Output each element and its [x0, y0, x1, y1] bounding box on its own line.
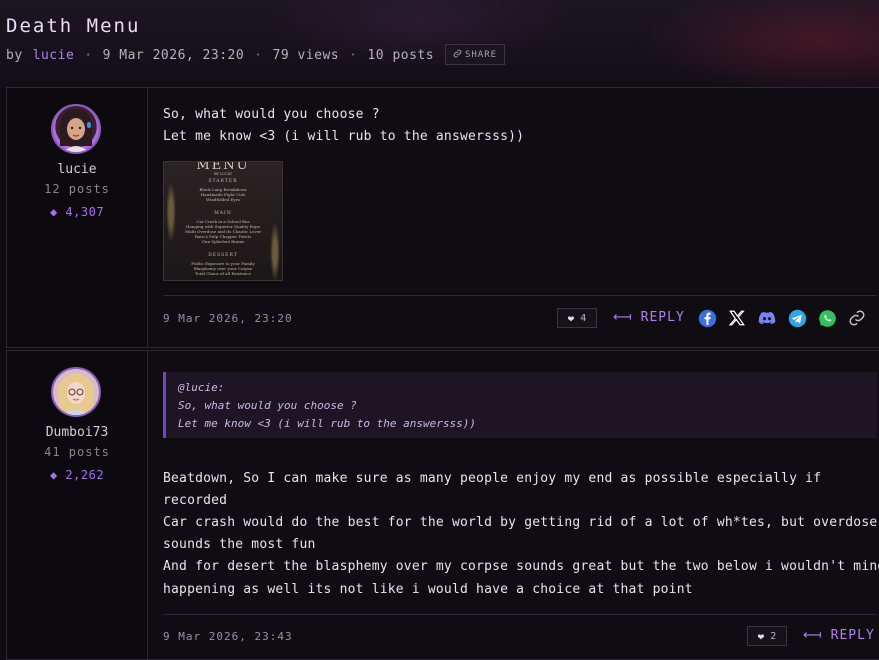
menu-section-heading: DESSERT — [208, 253, 238, 258]
quote-line: So, what would you choose ? — [178, 399, 357, 412]
reply-arrow-icon: ⟻ — [613, 310, 633, 325]
whatsapp-icon[interactable] — [817, 308, 837, 328]
meta-separator: · — [254, 47, 263, 63]
diamond-icon: ◆ — [49, 468, 58, 482]
diamond-icon: ◆ — [49, 205, 58, 219]
post-timestamp: 9 Mar 2026, 23:43 — [163, 630, 293, 643]
link-icon[interactable] — [847, 308, 867, 328]
x-icon[interactable] — [727, 308, 747, 328]
like-count: 4 — [580, 312, 587, 324]
post: Dumboi73 41 posts ◆ 2,262 @lucie: So, wh… — [6, 350, 879, 660]
discord-icon[interactable] — [757, 308, 777, 328]
post-text-line: So, what would you choose ? — [163, 107, 380, 122]
post-timestamp: 9 Mar 2026, 23:20 — [163, 312, 293, 325]
quote-line: Let me know <3 (i will rub to the answer… — [178, 417, 477, 430]
menu-section-heading: STARTER — [208, 179, 238, 184]
post-divider — [163, 614, 877, 615]
reputation-value: 2,262 — [65, 468, 105, 482]
menu-section-heading: MAIN — [214, 211, 232, 216]
menu-image[interactable]: MENU BY LUCIE STARTER Black Lung Breakdo… — [163, 161, 283, 281]
post-text-line: sounds the most fun — [163, 537, 316, 552]
post-text-line: recorded — [163, 493, 228, 508]
post-body: @lucie: So, what would you choose ? Let … — [163, 351, 879, 659]
quote-author: @lucie: — [178, 381, 225, 394]
avatar[interactable] — [51, 104, 101, 154]
thread-title: Death Menu — [6, 15, 141, 37]
heart-icon: ❤ — [757, 629, 765, 643]
username[interactable]: Dumboi73 — [7, 425, 147, 440]
menu-item: Total Chaos of all Existence — [194, 271, 252, 276]
reply-arrow-icon: ⟻ — [803, 628, 823, 643]
menu-item: Gun Splashed Brains — [201, 239, 245, 244]
post: lucie 12 posts ◆ 4,307 So, what would yo… — [6, 87, 879, 348]
reply-button[interactable]: ⟻ REPLY — [613, 310, 685, 325]
menu-image-subtitle: BY LUCIE — [214, 172, 232, 176]
by-label: by — [6, 47, 23, 63]
user-reputation: ◆ 4,307 — [7, 205, 147, 219]
telegram-icon[interactable] — [787, 308, 807, 328]
meta-separator: · — [84, 47, 93, 63]
post-author-panel: lucie 12 posts ◆ 4,307 — [7, 88, 148, 347]
user-reputation: ◆ 2,262 — [7, 468, 147, 482]
post-divider — [163, 295, 877, 296]
reply-label: REPLY — [640, 310, 685, 325]
username[interactable]: lucie — [7, 162, 147, 177]
like-button[interactable]: ❤ 4 — [557, 308, 597, 328]
post-text-line: Car crash would do the best for the worl… — [163, 515, 878, 530]
post-text-line: And for desert the blasphemy over my cor… — [163, 559, 879, 574]
like-count: 2 — [770, 630, 777, 642]
facebook-icon[interactable] — [697, 308, 717, 328]
post-text-line: happening as well its not like i would h… — [163, 582, 693, 597]
post-body: So, what would you choose ? Let me know … — [163, 88, 877, 347]
quote-block: @lucie: So, what would you choose ? Let … — [163, 372, 877, 438]
header-background — [0, 0, 879, 88]
share-button[interactable]: SHARE — [445, 44, 505, 65]
link-icon — [453, 49, 462, 61]
user-post-count: 41 posts — [44, 445, 110, 459]
thread-author-link[interactable]: lucie — [33, 48, 75, 63]
post-author-panel: Dumboi73 41 posts ◆ 2,262 — [7, 351, 148, 659]
user-post-count: 12 posts — [44, 182, 110, 196]
share-icons — [697, 308, 867, 328]
post-text-line: Let me know <3 (i will rub to the answer… — [163, 129, 525, 144]
reply-button[interactable]: ⟻ REPLY — [803, 628, 875, 643]
thread-views: 79 views — [272, 47, 340, 63]
thread-post-count: 10 posts — [367, 47, 435, 63]
reply-label: REPLY — [830, 628, 875, 643]
post-text-line: Beatdown, So I can make sure as many peo… — [163, 471, 822, 486]
heart-icon: ❤ — [567, 311, 575, 325]
meta-separator: · — [349, 47, 358, 63]
avatar[interactable] — [51, 367, 101, 417]
thread-date: 9 Mar 2026, 23:20 — [102, 47, 245, 63]
share-label: SHARE — [464, 49, 498, 60]
like-button[interactable]: ❤ 2 — [747, 626, 787, 646]
reputation-value: 4,307 — [65, 205, 105, 219]
thread-meta: by lucie · 9 Mar 2026, 23:20 · 79 views … — [6, 47, 434, 63]
menu-item: Windfolded Eyes — [206, 197, 240, 202]
